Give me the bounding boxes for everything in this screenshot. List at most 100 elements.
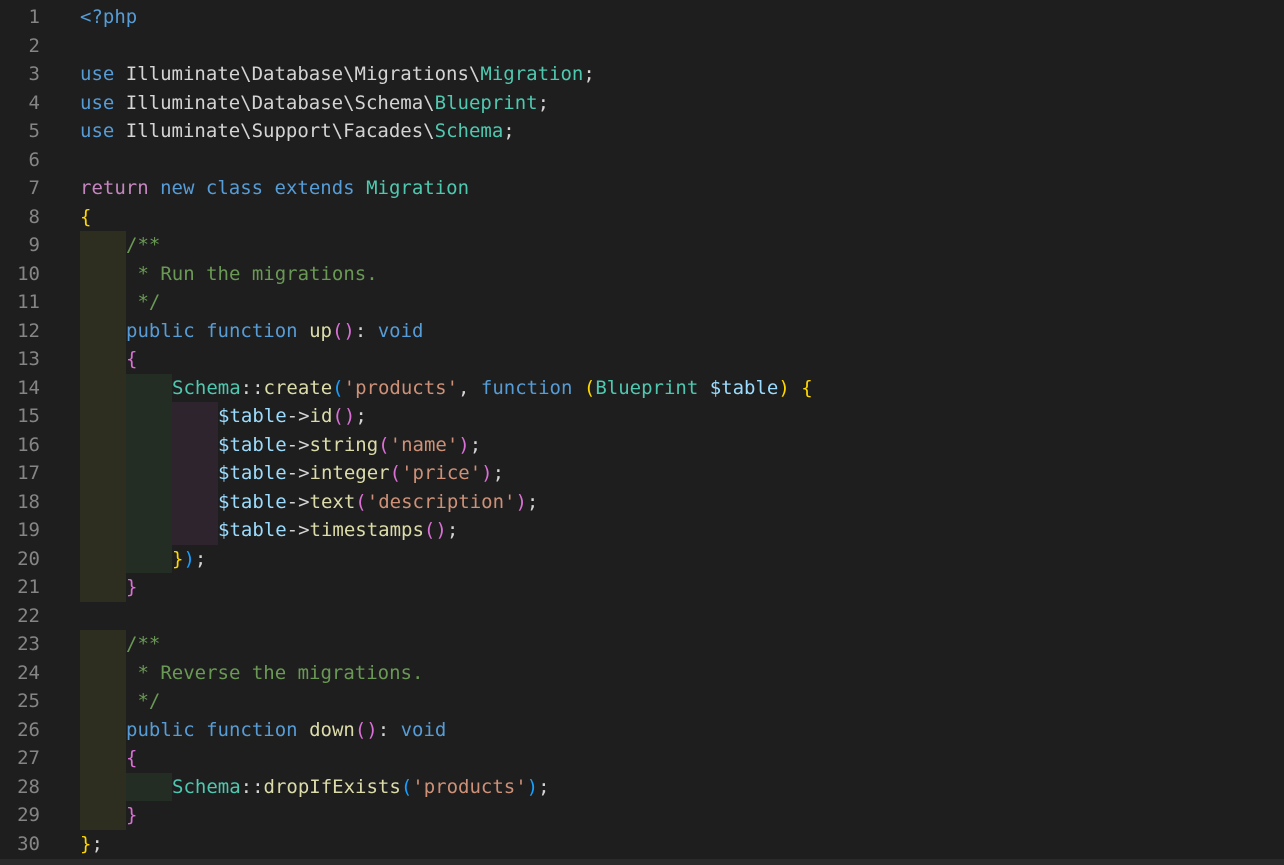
code-content[interactable]: <?php (80, 3, 137, 32)
code-token: new (160, 177, 195, 199)
code-line[interactable]: 11 */ (0, 288, 1284, 317)
indent-guide (80, 459, 126, 488)
code-lines[interactable]: 1 <?php 2 3 use Illuminate\Database\Migratio… (0, 3, 1284, 858)
code-content[interactable]: Schema::create('products', function (Blu… (80, 373, 813, 402)
code-content[interactable]: $table->text('description'); (80, 487, 539, 516)
code-content[interactable]: use Illuminate\Database\Schema\Blueprint… (80, 89, 549, 118)
code-line[interactable]: 19 $table->timestamps(); (0, 516, 1284, 545)
code-editor[interactable]: 1 <?php 2 3 use Illuminate\Database\Migratio… (0, 0, 1284, 865)
indent-guide (80, 345, 126, 374)
code-line[interactable]: 22 (0, 602, 1284, 631)
code-line[interactable]: 7 return new class extends Migration (0, 174, 1284, 203)
code-token: function (480, 376, 573, 399)
code-token: Schema (172, 775, 241, 798)
code-token: up (309, 319, 332, 342)
code-line[interactable]: 10 * Run the migrations. (0, 259, 1284, 288)
code-content[interactable]: public function down(): void (80, 715, 447, 744)
code-line[interactable]: 17 $table->integer('price'); (0, 459, 1284, 488)
code-content[interactable]: { (80, 345, 137, 374)
code-line[interactable]: 8{ (0, 203, 1284, 232)
code-line[interactable]: 6 (0, 146, 1284, 175)
code-line[interactable]: 1 <?php (0, 3, 1284, 32)
line-number: 11 (17, 291, 40, 313)
code-line[interactable]: 18 $table->text('description'); (0, 487, 1284, 516)
line-number: 6 (28, 148, 40, 171)
code-content[interactable]: } (80, 573, 137, 602)
code-line[interactable]: 4 use Illuminate\Database\Schema\Blueprin… (0, 89, 1284, 118)
code-line[interactable]: 14 Schema::create('products', function (B… (0, 373, 1284, 402)
code-line[interactable]: 3 use Illuminate\Database\Migrations\Migr… (0, 60, 1284, 89)
code-line[interactable]: 20}); (0, 544, 1284, 573)
code-content[interactable]: return new class extends Migration (80, 174, 469, 203)
horizontal-scrollbar[interactable] (0, 859, 1284, 865)
code-content[interactable]: * Reverse the migrations. (80, 658, 423, 687)
code-content[interactable]: { (80, 203, 91, 232)
line-number: 5 (28, 120, 40, 142)
line-number: 24 (17, 661, 40, 684)
code-content[interactable]: use Illuminate\Support\Facades\Schema; (80, 117, 515, 146)
code-content[interactable]: $table->integer('price'); (80, 459, 504, 488)
code-token: ; (526, 490, 539, 513)
code-line[interactable]: 21} (0, 573, 1284, 602)
code-token: $table (709, 376, 779, 399)
code-line[interactable]: 9 /** (0, 231, 1284, 260)
code-line[interactable]: 16 $table->string('name'); (0, 430, 1284, 459)
code-token: use (80, 120, 115, 142)
code-content[interactable]: use Illuminate\Database\Migrations\Migra… (80, 60, 595, 89)
code-content[interactable]: * Run the migrations. (80, 259, 378, 288)
code-content[interactable]: /** (80, 630, 160, 659)
code-token: 'products' (343, 376, 459, 399)
code-token: ; (355, 405, 367, 427)
code-content[interactable]: $table->timestamps(); (80, 516, 458, 545)
code-token: create (263, 376, 333, 399)
code-content[interactable]: public function up(): void (80, 316, 424, 345)
code-content[interactable]: */ (80, 288, 160, 317)
code-token: ) (778, 376, 790, 399)
code-line[interactable]: 29} (0, 801, 1284, 830)
code-token: Illuminate\Database\Schema\ (114, 91, 435, 114)
code-line[interactable]: 23 /** (0, 630, 1284, 659)
indent-guide (80, 402, 126, 431)
code-token: :: (240, 376, 264, 399)
indent-guide (80, 373, 126, 402)
indent-guide (80, 658, 126, 687)
code-content[interactable]: Schema::dropIfExists('products'); (80, 772, 550, 801)
code-content[interactable]: }); (80, 544, 206, 573)
code-content[interactable]: /** (80, 231, 160, 260)
code-content[interactable]: } (80, 801, 137, 830)
code-line[interactable]: 26 public function down(): void (0, 715, 1284, 744)
code-token: } (80, 832, 92, 855)
code-line[interactable]: 30}; (0, 830, 1284, 859)
code-line[interactable]: 5 use Illuminate\Support\Facades\Schema; (0, 117, 1284, 146)
code-line[interactable]: 28 Schema::dropIfExists('products'); (0, 772, 1284, 801)
indent-guide (80, 744, 126, 773)
code-content[interactable]: */ (80, 687, 160, 716)
code-token: ; (503, 120, 515, 142)
line-number: 20 (17, 547, 40, 570)
code-line[interactable]: 12 public function up(): void (0, 316, 1284, 345)
code-line[interactable]: 24 * Reverse the migrations. (0, 658, 1284, 687)
code-token: class (205, 177, 264, 199)
indent-guide (126, 516, 172, 545)
code-line[interactable]: 2 (0, 32, 1284, 61)
indent-guide (126, 373, 172, 402)
line-number: 4 (28, 91, 40, 114)
code-token: { (80, 205, 92, 228)
code-content[interactable]: { (80, 744, 137, 773)
code-content[interactable]: }; (80, 830, 103, 859)
code-content[interactable]: $table->id(); (80, 402, 367, 431)
code-content[interactable]: $table->string('name'); (80, 430, 481, 459)
code-line[interactable]: 25 */ (0, 687, 1284, 716)
code-token: 'description' (366, 490, 516, 513)
line-number: 9 (28, 234, 40, 256)
code-token: () (354, 718, 378, 741)
code-line[interactable]: 27 { (0, 744, 1284, 773)
code-token: ) (183, 547, 195, 570)
code-line[interactable]: 13 { (0, 345, 1284, 374)
line-number: 28 (17, 775, 40, 798)
code-token: void (400, 718, 447, 741)
code-line[interactable]: 15 $table->id(); (0, 402, 1284, 431)
